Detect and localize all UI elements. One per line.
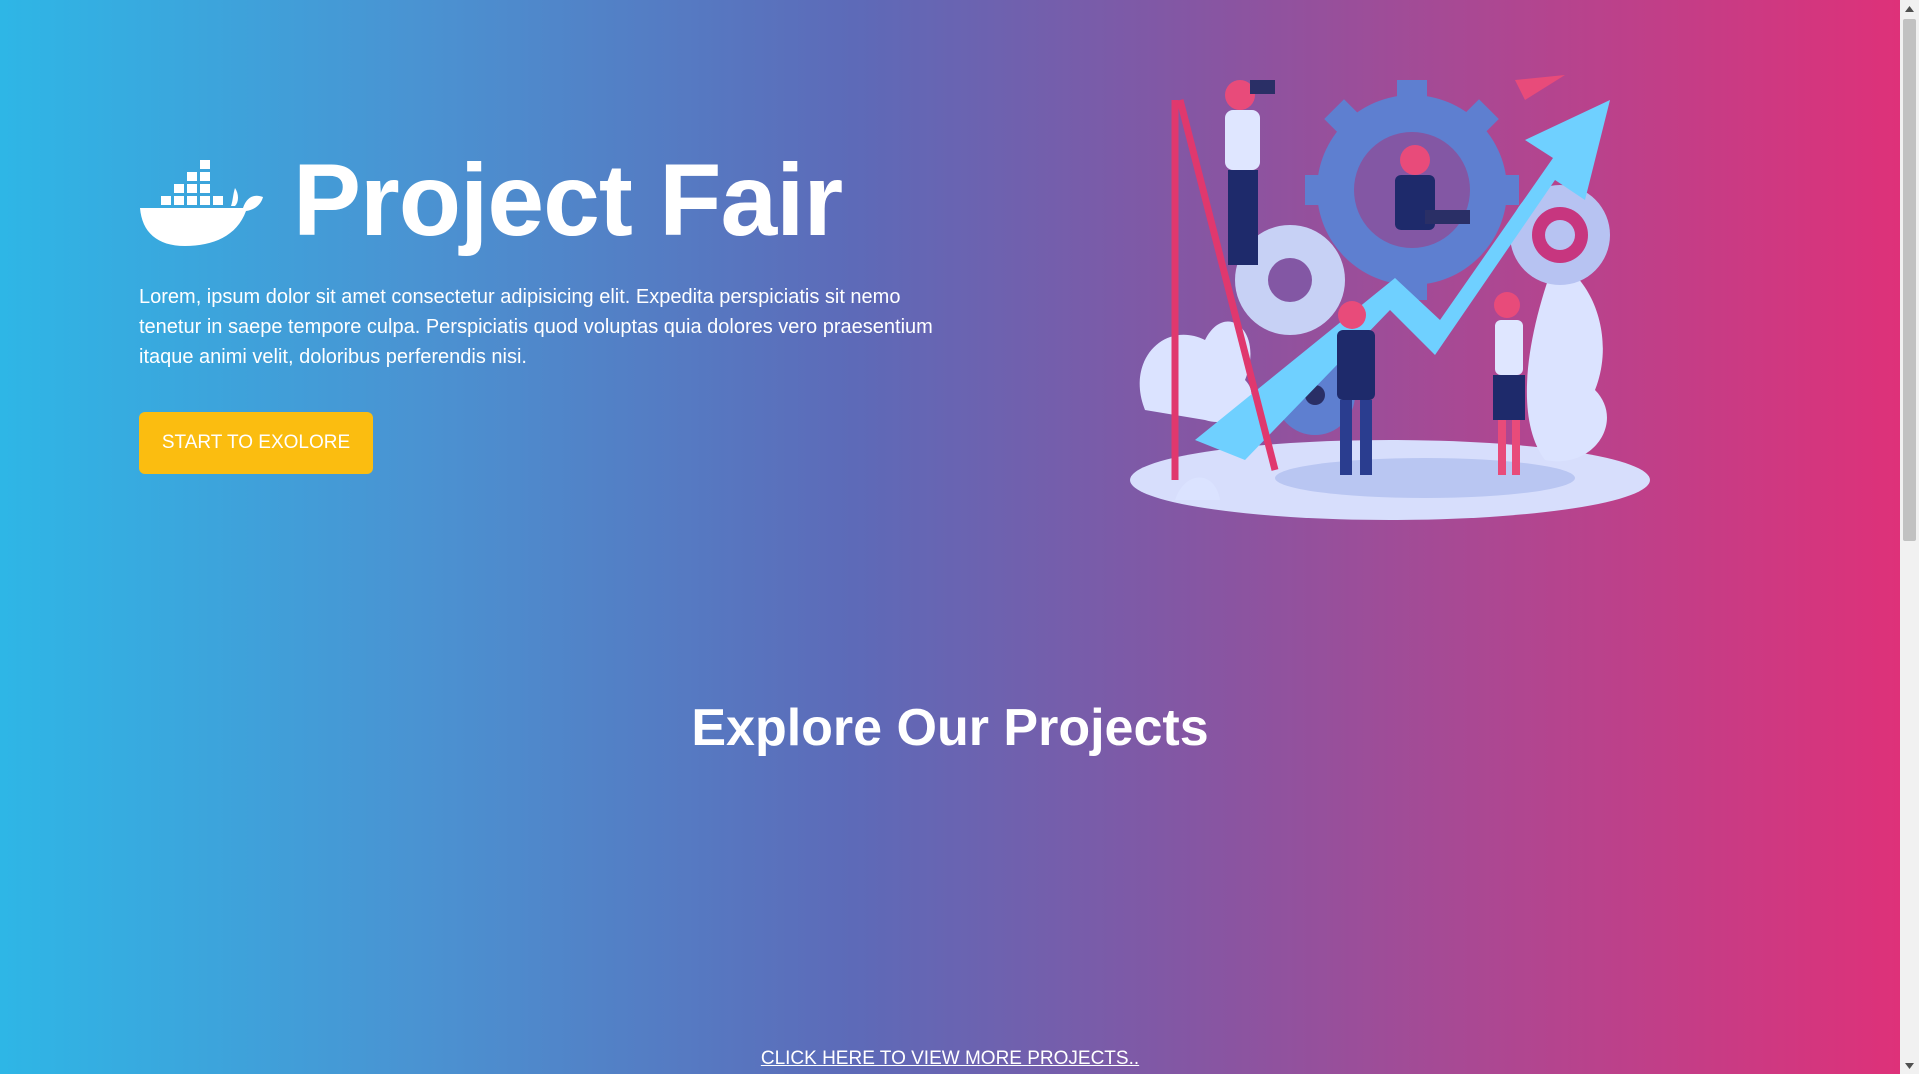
- hero-section: Project Fair Lorem, ipsum dolor sit amet…: [139, 140, 939, 474]
- team-gears-growth-illustration: [1130, 75, 1650, 520]
- vertical-scrollbar[interactable]: [1900, 0, 1919, 1074]
- landing-page: Project Fair Lorem, ipsum dolor sit amet…: [0, 0, 1900, 1074]
- scrollbar-thumb[interactable]: [1903, 19, 1916, 541]
- scroll-up-arrow-icon[interactable]: [1900, 0, 1919, 17]
- hero-description: Lorem, ipsum dolor sit amet consectetur …: [139, 286, 933, 368]
- start-explore-button[interactable]: START TO EXOLORE: [139, 412, 373, 474]
- projects-heading: Explore Our Projects: [691, 699, 1209, 757]
- scroll-down-arrow-icon[interactable]: [1900, 1057, 1919, 1074]
- docker-whale-icon: [140, 160, 263, 246]
- title-row: Project Fair: [139, 140, 939, 260]
- view-more-projects-link[interactable]: CLICK HERE TO VIEW MORE PROJECTS..: [0, 1048, 1900, 1070]
- page-title: Project Fair: [293, 143, 843, 257]
